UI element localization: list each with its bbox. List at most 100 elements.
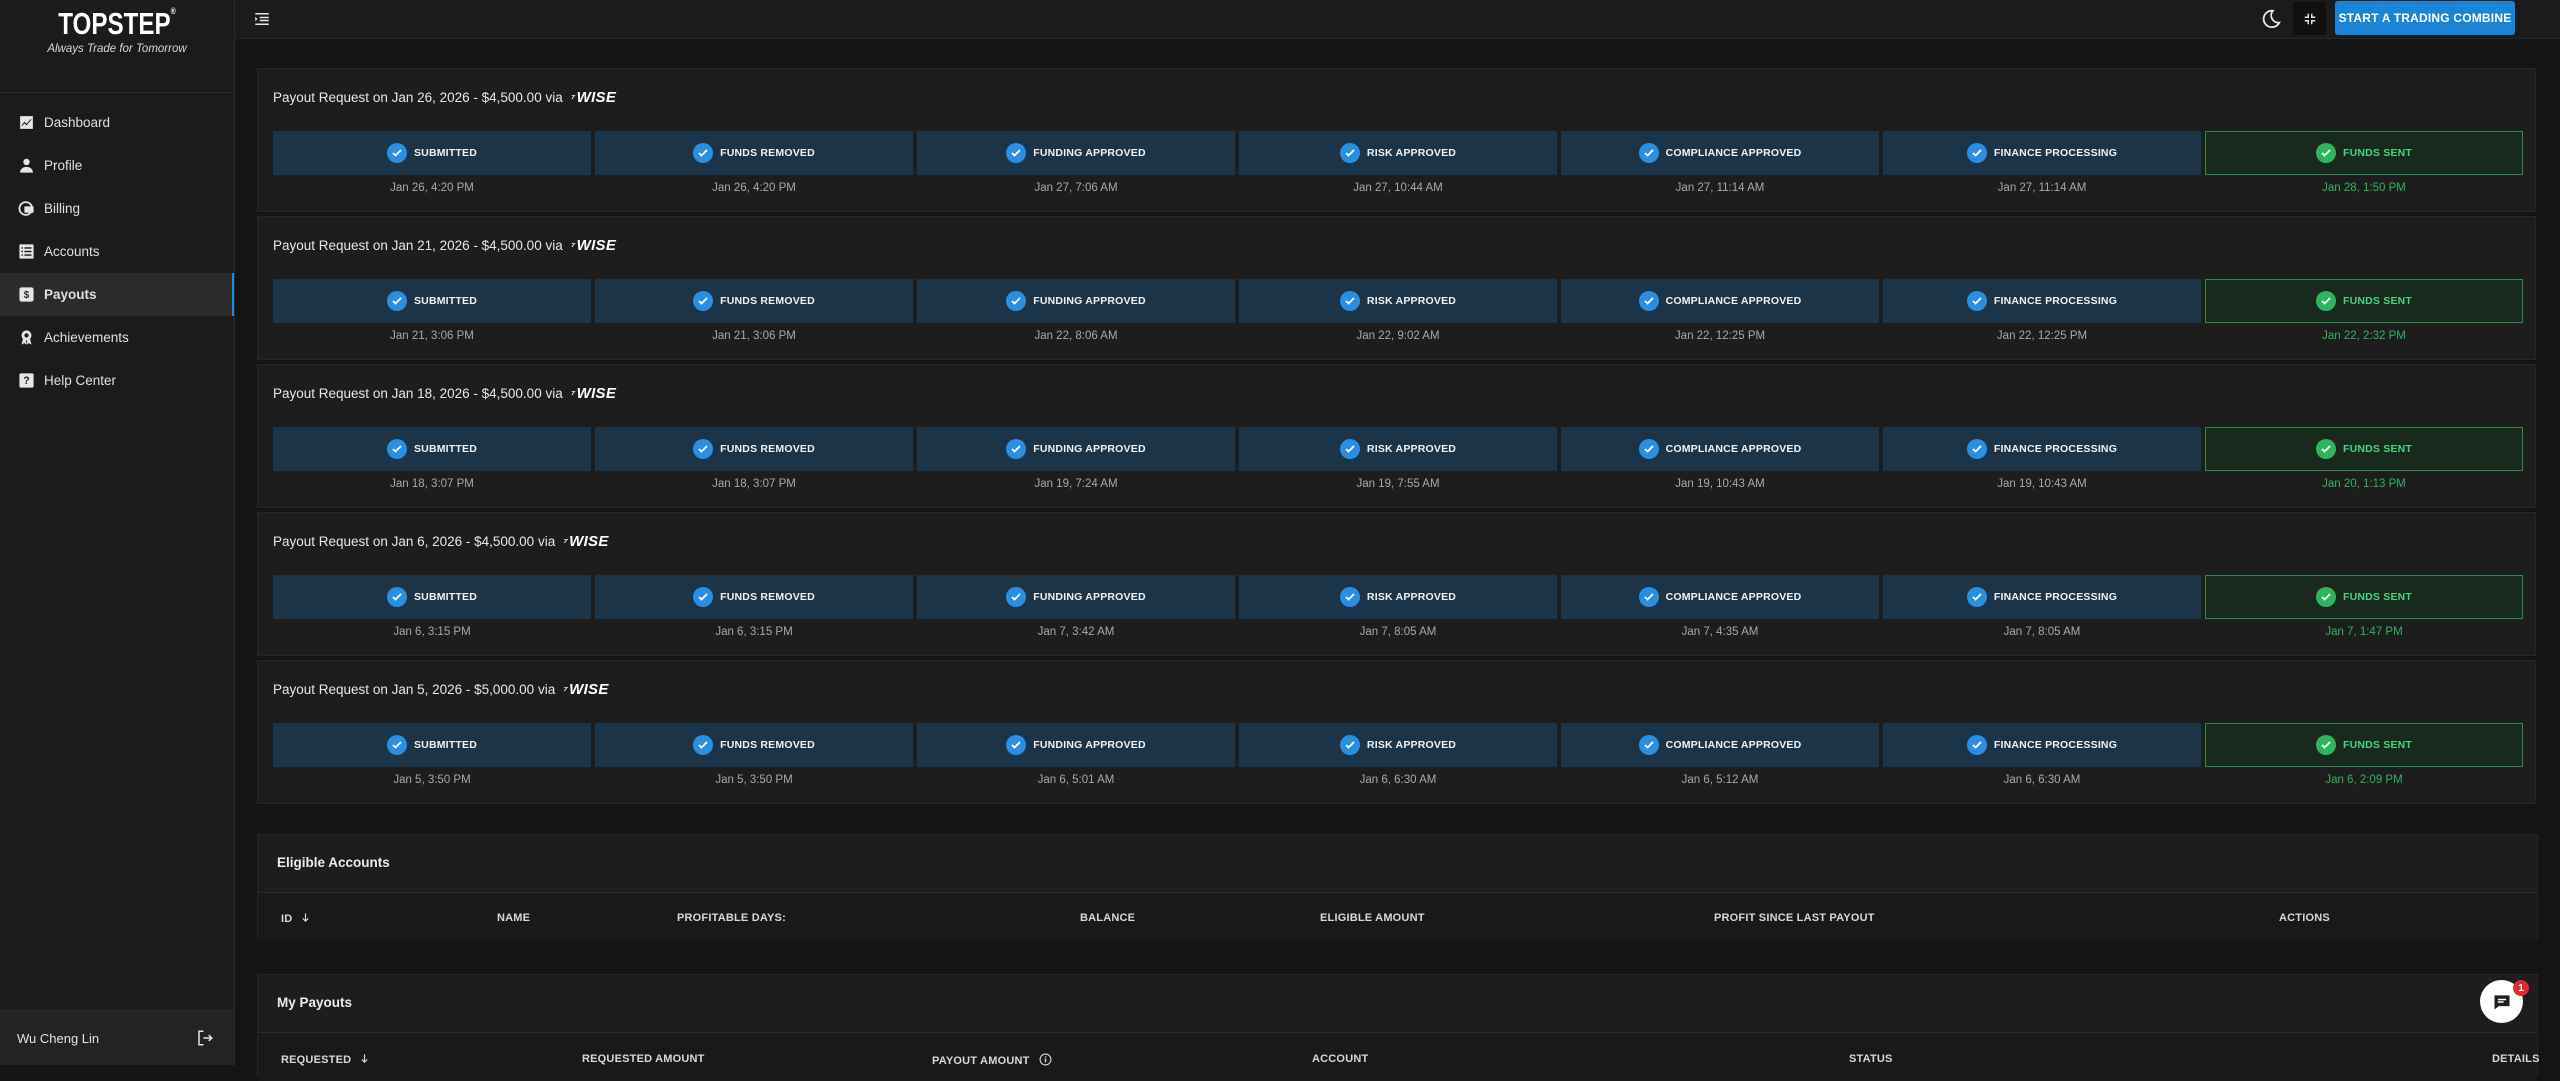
column-header-eligible-amount: ELIGIBLE AMOUNT (1320, 912, 1425, 924)
sidebar-item-billing[interactable]: Billing (0, 187, 234, 230)
logout-icon[interactable] (196, 1029, 214, 1047)
check-icon (1345, 593, 1355, 601)
step-finance-processing: FINANCE PROCESSING Jan 19, 10:43 AM (1883, 427, 2201, 490)
sidebar-item-achievements[interactable]: Achievements (0, 316, 234, 359)
check-circle-icon (2315, 439, 2336, 459)
column-header-balance: BALANCE (1080, 912, 1136, 924)
payout-progress-steps: SUBMITTED Jan 21, 3:06 PM FUNDS REMOVED Jan… (273, 279, 2523, 342)
step-finance-processing: FINANCE PROCESSING Jan 22, 12:25 PM (1883, 279, 2201, 342)
step-status-box: FUNDS SENT (2205, 427, 2523, 471)
sidebar-item-label: Accounts (44, 244, 100, 259)
step-submitted: SUBMITTED Jan 26, 4:20 PM (273, 131, 591, 194)
payout-title: Payout Request on Jan 5, 2026 - $5,000.0… (273, 682, 556, 697)
step-funds-sent: FUNDS SENT Jan 28, 1:50 PM (2205, 131, 2523, 194)
payout-progress-steps: SUBMITTED Jan 5, 3:50 PM FUNDS REMOVED Jan … (273, 723, 2523, 786)
check-circle-icon (1638, 735, 1659, 755)
step-timestamp: Jan 26, 4:20 PM (712, 182, 796, 194)
start-trading-combine-button[interactable]: START A TRADING COMBINE (2335, 1, 2515, 35)
sidebar-item-help-center[interactable]: ? Help Center (0, 359, 234, 402)
sidebar-item-profile[interactable]: Profile (0, 144, 234, 187)
step-status-box: FUNDS REMOVED (595, 723, 913, 767)
check-icon (392, 297, 402, 305)
step-status-box: FUNDS REMOVED (595, 427, 913, 471)
check-icon (2321, 593, 2331, 601)
payout-title: Payout Request on Jan 21, 2026 - $4,500.… (273, 238, 563, 253)
check-icon (392, 445, 402, 453)
step-timestamp: Jan 21, 3:06 PM (712, 330, 796, 342)
check-icon (392, 149, 402, 157)
check-icon (698, 445, 708, 453)
column-header-profit-since-last-payout: PROFIT SINCE LAST PAYOUT (1714, 912, 1875, 924)
menu-toggle-icon[interactable] (253, 10, 271, 28)
check-icon (1345, 149, 1355, 157)
step-status-box: COMPLIANCE APPROVED (1561, 575, 1879, 619)
check-circle-icon (1339, 143, 1360, 163)
step-label: SUBMITTED (413, 147, 478, 159)
payout-title: Payout Request on Jan 18, 2026 - $4,500.… (273, 386, 563, 401)
sidebar-item-label: Dashboard (44, 115, 111, 130)
column-header-account: ACCOUNT (1312, 1053, 1369, 1065)
step-timestamp: Jan 22, 9:02 AM (1356, 330, 1440, 342)
sidebar-item-payouts[interactable]: $ Payouts (0, 273, 234, 316)
step-timestamp: Jan 22, 8:06 AM (1034, 330, 1118, 342)
payout-header: Payout Request on Jan 6, 2026 - $4,500.0… (273, 533, 609, 550)
check-circle-icon (1006, 439, 1027, 459)
payout-card: Payout Request on Jan 18, 2026 - $4,500.… (257, 364, 2536, 508)
payout-header: Payout Request on Jan 26, 2026 - $4,500.… (273, 89, 616, 106)
check-circle-icon (386, 587, 407, 607)
check-circle-icon (693, 587, 714, 607)
sidebar-item-dashboard[interactable]: Dashboard (0, 101, 234, 144)
column-header-id[interactable]: ID (281, 912, 311, 925)
check-icon (1345, 297, 1355, 305)
payout-card: Payout Request on Jan 26, 2026 - $4,500.… (257, 68, 2536, 212)
billing-icon (18, 201, 34, 216)
sidebar-item-accounts[interactable]: Accounts (0, 230, 234, 273)
step-label: FUNDS REMOVED (720, 147, 815, 159)
check-circle-icon (2315, 291, 2336, 311)
step-label: COMPLIANCE APPROVED (1665, 739, 1802, 751)
check-circle-icon (1006, 143, 1027, 163)
my-payouts-title: My Payouts (277, 995, 353, 1010)
check-icon (1643, 741, 1654, 749)
step-funding-approved: FUNDING APPROVED Jan 27, 7:06 AM (917, 131, 1235, 194)
moon-icon[interactable] (2260, 8, 2282, 30)
step-label: FUNDS REMOVED (720, 443, 815, 455)
step-status-box: COMPLIANCE APPROVED (1561, 427, 1879, 471)
step-status-box: FUNDS REMOVED (595, 131, 913, 175)
step-timestamp: Jan 27, 11:14 AM (1997, 182, 2087, 194)
step-status-box: FUNDING APPROVED (917, 723, 1235, 767)
step-timestamp: Jan 21, 3:06 PM (390, 330, 474, 342)
step-label: FUNDING APPROVED (1033, 591, 1146, 603)
step-status-box: FINANCE PROCESSING (1883, 723, 2201, 767)
step-funds-removed: FUNDS REMOVED Jan 26, 4:20 PM (595, 131, 913, 194)
brand-tagline: Always Trade for Tomorrow (47, 43, 187, 55)
step-label: RISK APPROVED (1366, 443, 1457, 455)
step-label: RISK APPROVED (1366, 739, 1457, 751)
step-status-box: FUNDS REMOVED (595, 279, 913, 323)
step-label: FINANCE PROCESSING (1993, 739, 2118, 751)
payout-header: Payout Request on Jan 21, 2026 - $4,500.… (273, 237, 616, 254)
check-circle-icon (1966, 291, 1987, 311)
step-compliance-approved: COMPLIANCE APPROVED Jan 27, 11:14 AM (1561, 131, 1879, 194)
fullscreen-toggle[interactable] (2293, 2, 2326, 35)
column-header-requested[interactable]: REQUESTED (281, 1053, 370, 1066)
info-icon[interactable] (1039, 1053, 1052, 1066)
step-status-box: SUBMITTED (273, 279, 591, 323)
step-label: SUBMITTED (413, 591, 478, 603)
check-icon (392, 741, 402, 749)
check-icon (1011, 149, 1021, 157)
step-label: FUNDS SENT (2342, 591, 2413, 603)
payout-progress-steps: SUBMITTED Jan 6, 3:15 PM FUNDS REMOVED Jan … (273, 575, 2523, 638)
step-funding-approved: FUNDING APPROVED Jan 19, 7:24 AM (917, 427, 1235, 490)
step-status-box: SUBMITTED (273, 131, 591, 175)
eligible-accounts-title: Eligible Accounts (277, 855, 390, 870)
step-timestamp: Jan 22, 12:25 PM (1996, 330, 2088, 342)
topstep-logo[interactable]: TOPSTEP® (26, 0, 209, 42)
check-icon (1643, 593, 1654, 601)
step-timestamp: Jan 26, 4:20 PM (390, 182, 474, 194)
check-circle-icon (1006, 291, 1027, 311)
step-timestamp: Jan 6, 6:30 AM (1359, 774, 1437, 786)
svg-text:?: ? (23, 375, 29, 387)
step-timestamp: Jan 6, 2:09 PM (2325, 774, 2403, 786)
check-icon (1972, 445, 1982, 453)
